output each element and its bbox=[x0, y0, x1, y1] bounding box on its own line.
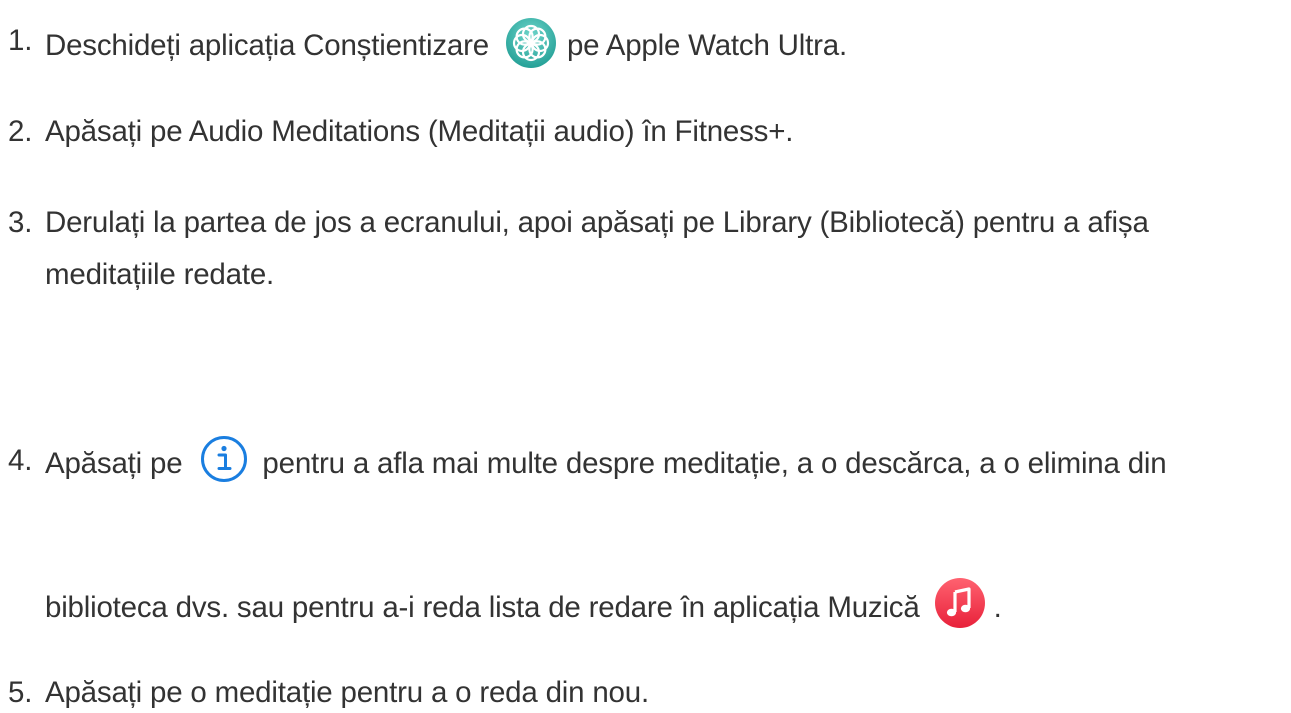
music-app-icon bbox=[934, 577, 986, 629]
step-2-content: Apăsați pe Audio Meditations (Meditații … bbox=[45, 112, 793, 152]
step-1-content: Deschideți aplicația Conștientizare pe A… bbox=[45, 18, 847, 68]
step-3-text-line-1: Derulați la partea de jos a ecranului, a… bbox=[45, 206, 1149, 239]
step-5-content: Apăsați pe o meditație pentru a o reda d… bbox=[45, 673, 649, 713]
step-1-text-after: pe Apple Watch Ultra. bbox=[566, 28, 847, 62]
step-3: 3. bbox=[0, 203, 45, 243]
step-1-text-before: Deschideți aplicația Conștientizare bbox=[45, 28, 489, 62]
step-2-text: Apăsați pe Audio Meditations (Meditații … bbox=[45, 115, 794, 148]
mindfulness-app-icon bbox=[505, 17, 557, 69]
info-icon bbox=[200, 435, 248, 483]
step-number: 4. bbox=[8, 444, 33, 477]
step-number: 5. bbox=[8, 676, 33, 709]
step-number: 2. bbox=[8, 115, 33, 148]
step-4-line-1: Apăsați pe pentru a afla mai multe despr… bbox=[45, 436, 1167, 482]
step-4-text-line-2: biblioteca dvs. sau pentru a-i reda list… bbox=[45, 590, 920, 624]
step-number: 3. bbox=[8, 206, 33, 239]
step-1: 1. bbox=[0, 21, 45, 61]
step-4-text-after: pentru a afla mai multe despre meditație… bbox=[262, 446, 1167, 480]
step-5-text: Apăsați pe o meditație pentru a o reda d… bbox=[45, 676, 649, 709]
step-number: 1. bbox=[8, 24, 33, 57]
step-3-text-line-2: meditațiile redate. bbox=[45, 258, 275, 291]
step-4-text-before: Apăsați pe bbox=[45, 446, 183, 480]
step-5: 5. bbox=[0, 673, 45, 713]
step-3-line-2: meditațiile redate. bbox=[45, 255, 274, 295]
step-4-line-2: biblioteca dvs. sau pentru a-i reda list… bbox=[45, 578, 1002, 628]
step-2: 2. bbox=[0, 112, 45, 152]
step-3-line-1: Derulați la partea de jos a ecranului, a… bbox=[45, 203, 1149, 243]
step-4-text-line-2-after: . bbox=[993, 590, 1002, 624]
step-4: 4. bbox=[0, 441, 45, 481]
